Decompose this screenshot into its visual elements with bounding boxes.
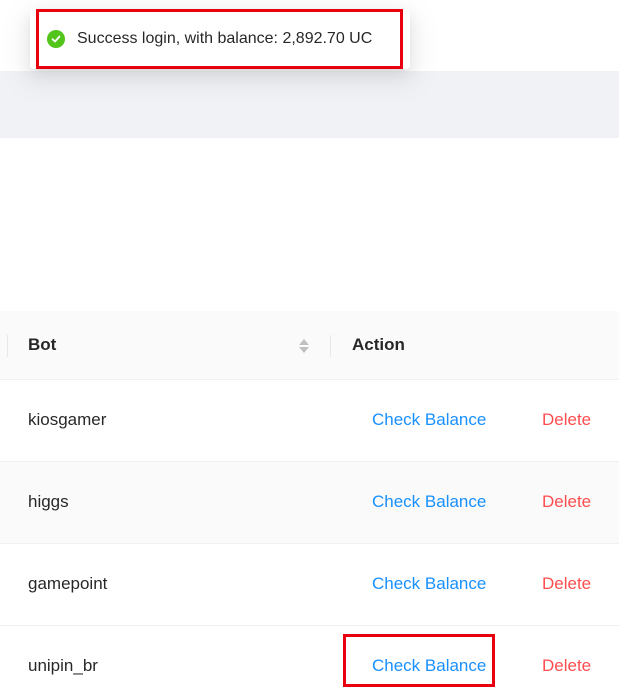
bot-name: gamepoint xyxy=(28,574,108,593)
table-row: gamepoint Check Balance Delete xyxy=(0,544,619,626)
success-notification: Success login, with balance: 2,892.70 UC xyxy=(30,9,410,69)
bot-name: higgs xyxy=(28,492,69,511)
delete-button[interactable]: Delete xyxy=(542,574,591,594)
table-row: higgs Check Balance Delete xyxy=(0,462,619,544)
column-header-action: Action xyxy=(352,335,405,354)
column-separator xyxy=(330,335,331,357)
table-header: Bot Action xyxy=(0,311,619,380)
column-header-bot[interactable]: Bot xyxy=(28,335,56,355)
page: Success login, with balance: 2,892.70 UC… xyxy=(0,0,619,697)
check-balance-button[interactable]: Check Balance xyxy=(372,574,486,594)
bots-table: Bot Action kiosgamer Check Balance Delet… xyxy=(0,311,619,697)
column-separator xyxy=(7,335,8,357)
check-balance-button[interactable]: Check Balance xyxy=(372,410,486,430)
notification-message: Success login, with balance: 2,892.70 UC xyxy=(77,30,373,47)
sort-icon[interactable] xyxy=(298,337,310,355)
delete-button[interactable]: Delete xyxy=(542,656,591,676)
notification-content: Success login, with balance: 2,892.70 UC xyxy=(47,28,372,50)
check-balance-button[interactable]: Check Balance xyxy=(372,492,486,512)
table-row: kiosgamer Check Balance Delete xyxy=(0,380,619,462)
bot-name: kiosgamer xyxy=(28,410,107,429)
sort-ascending-icon xyxy=(299,339,309,345)
table-row: unipin_br Check Balance Delete xyxy=(0,626,619,697)
check-circle-icon xyxy=(47,30,65,48)
check-balance-button[interactable]: Check Balance xyxy=(372,656,486,676)
layout-header-band xyxy=(0,71,619,138)
delete-button[interactable]: Delete xyxy=(542,492,591,512)
sort-descending-icon xyxy=(299,347,309,353)
delete-button[interactable]: Delete xyxy=(542,410,591,430)
bot-name: unipin_br xyxy=(28,656,98,675)
